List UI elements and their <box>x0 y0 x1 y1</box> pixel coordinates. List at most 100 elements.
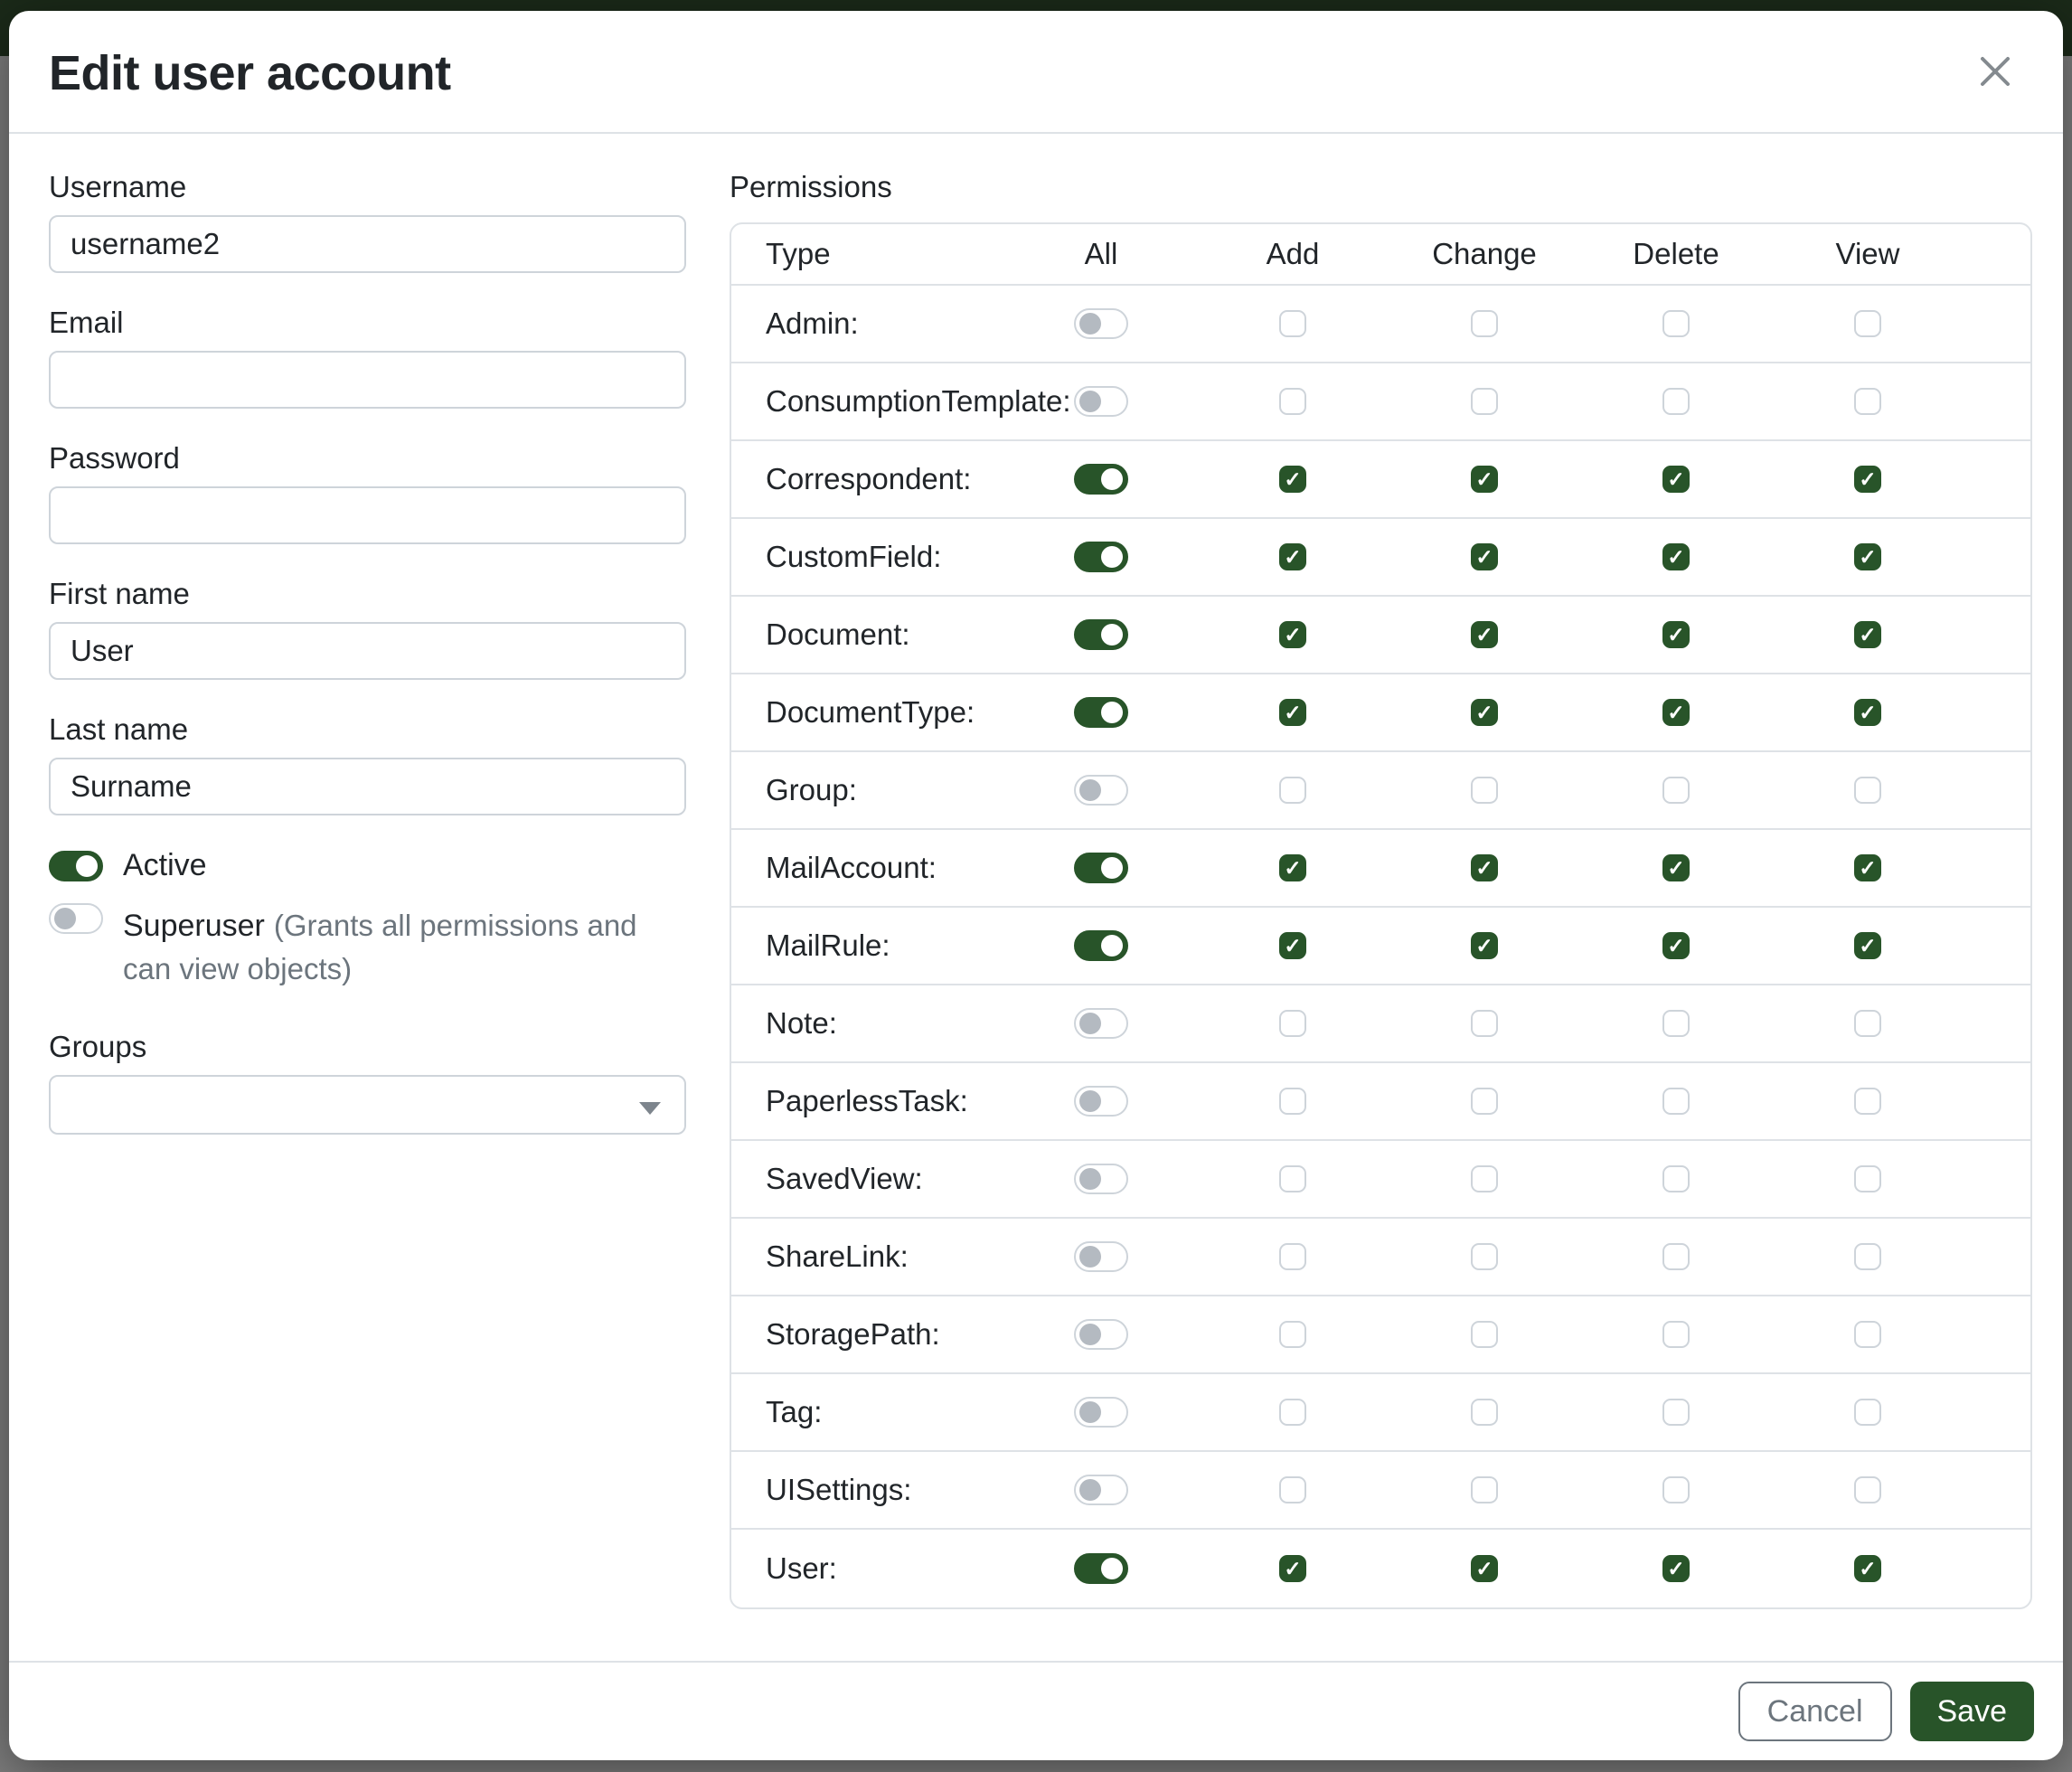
permission-delete-checkbox[interactable] <box>1662 932 1690 959</box>
permission-add-checkbox[interactable] <box>1279 1243 1306 1270</box>
permission-delete-checkbox[interactable] <box>1662 466 1690 493</box>
permission-add-checkbox[interactable] <box>1279 1399 1306 1426</box>
permission-change-checkbox[interactable] <box>1471 1321 1498 1348</box>
permission-view-checkbox[interactable] <box>1854 699 1881 726</box>
permission-change-checkbox[interactable] <box>1471 388 1498 415</box>
permission-delete-checkbox[interactable] <box>1662 1243 1690 1270</box>
permission-delete-checkbox[interactable] <box>1662 621 1690 648</box>
permission-add-checkbox[interactable] <box>1279 1088 1306 1115</box>
permission-view-checkbox[interactable] <box>1854 466 1881 493</box>
permission-add-checkbox[interactable] <box>1279 1321 1306 1348</box>
permission-all-toggle[interactable] <box>1074 697 1128 728</box>
column-header-change: Change <box>1389 237 1580 271</box>
permission-add-checkbox[interactable] <box>1279 543 1306 570</box>
permission-add-checkbox[interactable] <box>1279 777 1306 804</box>
permission-delete-checkbox[interactable] <box>1662 699 1690 726</box>
permission-delete-checkbox[interactable] <box>1662 543 1690 570</box>
permission-view-checkbox[interactable] <box>1854 388 1881 415</box>
permission-all-toggle[interactable] <box>1074 308 1128 339</box>
toggle-knob <box>1079 1401 1101 1423</box>
close-button[interactable] <box>1973 49 2018 94</box>
permission-all-toggle[interactable] <box>1074 1086 1128 1117</box>
permission-view-checkbox[interactable] <box>1854 543 1881 570</box>
last-name-input[interactable] <box>49 758 686 815</box>
permission-add-checkbox[interactable] <box>1279 1010 1306 1037</box>
permission-view-checkbox[interactable] <box>1854 1555 1881 1582</box>
permission-change-checkbox[interactable] <box>1471 777 1498 804</box>
permission-add-checkbox[interactable] <box>1279 699 1306 726</box>
permission-change-checkbox[interactable] <box>1471 1243 1498 1270</box>
permission-delete-checkbox[interactable] <box>1662 1476 1690 1503</box>
permission-type-label: ConsumptionTemplate: <box>766 384 1005 419</box>
permission-add-checkbox[interactable] <box>1279 621 1306 648</box>
permission-add-checkbox[interactable] <box>1279 310 1306 337</box>
permission-delete-checkbox[interactable] <box>1662 388 1690 415</box>
permission-delete-checkbox[interactable] <box>1662 1399 1690 1426</box>
active-toggle[interactable] <box>49 851 103 881</box>
cancel-button[interactable]: Cancel <box>1738 1682 1892 1741</box>
permission-delete-checkbox[interactable] <box>1662 1010 1690 1037</box>
permission-type-label: CustomField: <box>766 540 1005 574</box>
first-name-input[interactable] <box>49 622 686 680</box>
permission-all-toggle[interactable] <box>1074 853 1128 883</box>
permission-add-checkbox[interactable] <box>1279 854 1306 881</box>
username-input[interactable] <box>49 215 686 273</box>
permission-delete-checkbox[interactable] <box>1662 1321 1690 1348</box>
permission-view-checkbox[interactable] <box>1854 310 1881 337</box>
permission-all-toggle[interactable] <box>1074 542 1128 572</box>
permission-add-checkbox[interactable] <box>1279 388 1306 415</box>
permission-change-checkbox[interactable] <box>1471 621 1498 648</box>
permission-view-checkbox[interactable] <box>1854 621 1881 648</box>
permission-delete-checkbox[interactable] <box>1662 854 1690 881</box>
permission-all-toggle[interactable] <box>1074 1475 1128 1505</box>
permission-delete-checkbox[interactable] <box>1662 777 1690 804</box>
permission-change-checkbox[interactable] <box>1471 543 1498 570</box>
permission-all-toggle[interactable] <box>1074 1008 1128 1039</box>
permission-all-toggle[interactable] <box>1074 1241 1128 1272</box>
permission-delete-checkbox[interactable] <box>1662 1555 1690 1582</box>
permission-delete-checkbox[interactable] <box>1662 310 1690 337</box>
permission-all-toggle[interactable] <box>1074 1397 1128 1428</box>
permission-all-toggle[interactable] <box>1074 1319 1128 1350</box>
permission-all-toggle[interactable] <box>1074 464 1128 495</box>
permission-all-toggle[interactable] <box>1074 1553 1128 1584</box>
permission-add-checkbox[interactable] <box>1279 1476 1306 1503</box>
permission-change-checkbox[interactable] <box>1471 466 1498 493</box>
permission-delete-checkbox[interactable] <box>1662 1088 1690 1115</box>
password-input[interactable] <box>49 486 686 544</box>
permission-view-checkbox[interactable] <box>1854 1476 1881 1503</box>
permission-view-checkbox[interactable] <box>1854 1243 1881 1270</box>
permission-view-checkbox[interactable] <box>1854 1010 1881 1037</box>
permission-add-checkbox[interactable] <box>1279 466 1306 493</box>
permission-all-toggle[interactable] <box>1074 930 1128 961</box>
permission-all-toggle[interactable] <box>1074 1164 1128 1194</box>
permission-all-toggle[interactable] <box>1074 775 1128 806</box>
permission-change-checkbox[interactable] <box>1471 854 1498 881</box>
permission-view-checkbox[interactable] <box>1854 1088 1881 1115</box>
permission-change-checkbox[interactable] <box>1471 1165 1498 1192</box>
permission-change-checkbox[interactable] <box>1471 932 1498 959</box>
permission-view-checkbox[interactable] <box>1854 1399 1881 1426</box>
permission-change-checkbox[interactable] <box>1471 699 1498 726</box>
permission-add-checkbox[interactable] <box>1279 932 1306 959</box>
email-input[interactable] <box>49 351 686 409</box>
permission-change-checkbox[interactable] <box>1471 1476 1498 1503</box>
permission-change-checkbox[interactable] <box>1471 1088 1498 1115</box>
permission-view-checkbox[interactable] <box>1854 1165 1881 1192</box>
permission-view-checkbox[interactable] <box>1854 854 1881 881</box>
groups-select[interactable] <box>49 1075 686 1135</box>
permission-change-checkbox[interactable] <box>1471 1555 1498 1582</box>
permission-all-toggle[interactable] <box>1074 619 1128 650</box>
permission-view-checkbox[interactable] <box>1854 932 1881 959</box>
permission-add-checkbox[interactable] <box>1279 1165 1306 1192</box>
permission-add-checkbox[interactable] <box>1279 1555 1306 1582</box>
permission-all-toggle[interactable] <box>1074 386 1128 417</box>
permission-change-checkbox[interactable] <box>1471 1399 1498 1426</box>
permission-change-checkbox[interactable] <box>1471 310 1498 337</box>
save-button[interactable]: Save <box>1910 1682 2035 1741</box>
superuser-toggle[interactable] <box>49 903 103 934</box>
permission-change-checkbox[interactable] <box>1471 1010 1498 1037</box>
permission-view-checkbox[interactable] <box>1854 1321 1881 1348</box>
permission-delete-checkbox[interactable] <box>1662 1165 1690 1192</box>
permission-view-checkbox[interactable] <box>1854 777 1881 804</box>
